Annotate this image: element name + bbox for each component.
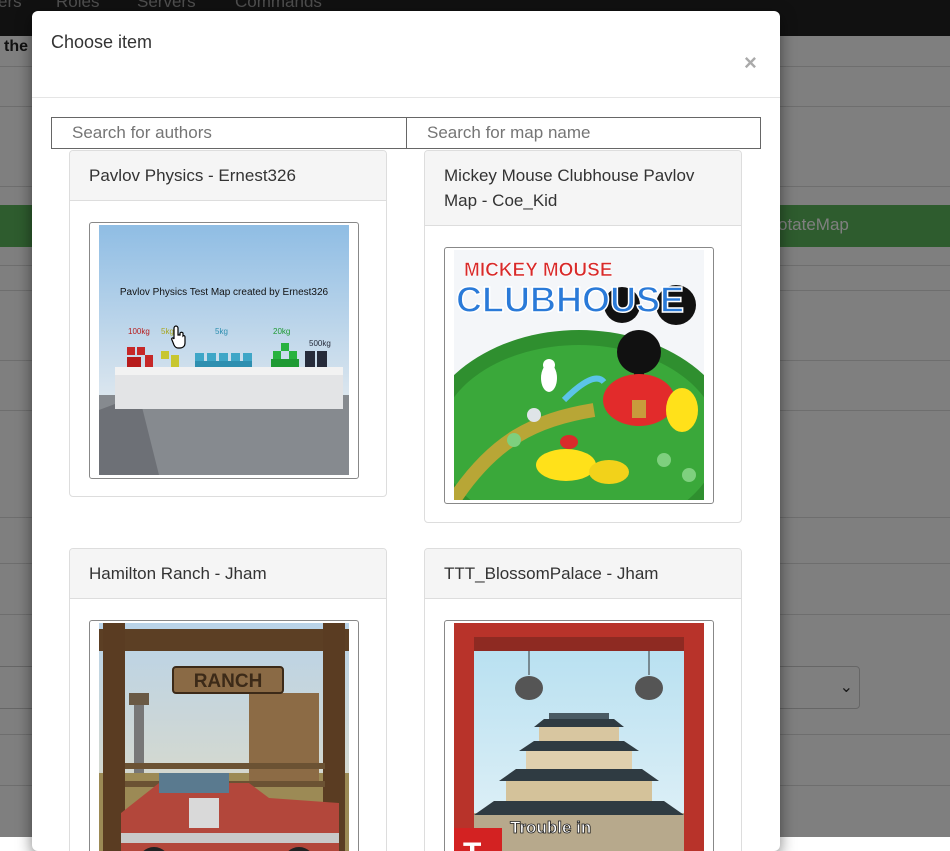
search-authors-input[interactable] [51,117,407,149]
map-preview-image: RANCH [99,623,349,851]
close-icon[interactable]: × [744,52,757,74]
svg-text:100kg: 100kg [128,327,150,336]
map-card-ttt-blossom-palace[interactable]: TTT_BlossomPalace - Jham Trouble in [424,548,742,851]
map-thumbnail[interactable]: T Trouble in [444,620,714,851]
map-card-title: Mickey Mouse Clubhouse Pavlov Map - Coe_… [425,151,741,226]
hand-pointer-cursor-icon [171,325,186,349]
map-thumbnail[interactable]: Pavlov Physics Test Map created by Ernes… [89,222,359,479]
map-thumbnail[interactable]: RANCH [89,620,359,851]
svg-text:20kg: 20kg [273,327,290,336]
modal-title: Choose item [51,32,153,52]
map-card-pavlov-physics[interactable]: Pavlov Physics - Ernest326 Pavlov Physic… [69,150,387,497]
map-card-title: Pavlov Physics - Ernest326 [70,151,386,201]
search-map-name-input[interactable] [406,117,761,149]
map-card-title: Hamilton Ranch - Jham [70,549,386,599]
modal-header: Choose item × [32,11,780,98]
map-preview-image: MICKEY MOUSE CLUBHOUSE [454,250,704,500]
map-card-hamilton-ranch[interactable]: Hamilton Ranch - Jham RANCH [69,548,387,851]
svg-text:5kg: 5kg [215,327,228,336]
svg-text:T: T [463,837,481,851]
map-preview-image: T Trouble in [454,623,704,851]
choose-item-modal: Choose item × Pavlov Physics - Ernest326… [32,11,780,851]
svg-text:MICKEY MOUSE: MICKEY MOUSE [464,260,613,281]
map-card-title: TTT_BlossomPalace - Jham [425,549,741,599]
map-thumbnail[interactable]: MICKEY MOUSE CLUBHOUSE [444,247,714,504]
map-card-mickey-mouse-clubhouse[interactable]: Mickey Mouse Clubhouse Pavlov Map - Coe_… [424,150,742,523]
map-preview-image: Pavlov Physics Test Map created by Ernes… [99,225,349,475]
svg-text:Trouble in: Trouble in [510,818,591,837]
svg-text:500kg: 500kg [309,339,331,348]
svg-text:RANCH: RANCH [194,671,263,692]
svg-text:CLUBHOUSE: CLUBHOUSE [456,279,684,320]
svg-text:Pavlov Physics Test Map create: Pavlov Physics Test Map created by Ernes… [120,287,329,298]
